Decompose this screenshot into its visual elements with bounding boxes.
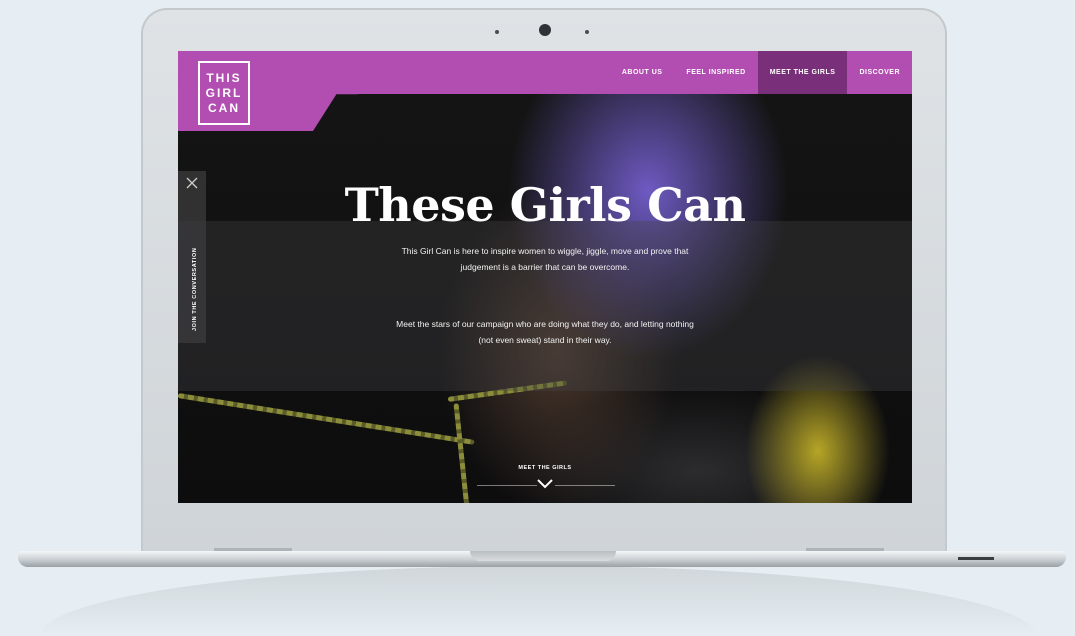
laptop-notch	[470, 551, 616, 561]
sensor-left	[495, 30, 499, 34]
this-girl-can-logo[interactable]: THIS GIRL CAN	[198, 61, 250, 125]
divider	[477, 485, 537, 486]
laptop-shadow	[40, 566, 1036, 636]
camera-icon	[539, 24, 551, 36]
laptop-edge-mark	[958, 557, 994, 560]
sensor-right	[585, 30, 589, 34]
main-nav: ABOUT US FEEL INSPIRED MEET THE GIRLS DI…	[610, 51, 912, 94]
divider	[555, 485, 615, 486]
logo-line: THIS	[206, 70, 242, 85]
chevron-down-icon[interactable]	[536, 478, 554, 490]
nav-about-us[interactable]: ABOUT US	[610, 51, 675, 94]
nav-meet-the-girls[interactable]: MEET THE GIRLS	[757, 51, 848, 94]
campaign-paragraph: Meet the stars of our campaign who are d…	[396, 318, 694, 345]
nav-feel-inspired[interactable]: FEEL INSPIRED	[674, 51, 757, 94]
page-title: These Girls Can	[344, 177, 746, 232]
logo-line: GIRL	[205, 85, 243, 100]
nav-discover[interactable]: DISCOVER	[847, 51, 912, 94]
join-conversation-label: JOIN THE CONVERSATION	[192, 247, 198, 331]
meet-the-girls-link[interactable]: MEET THE GIRLS	[178, 465, 912, 471]
intro-paragraph: This Girl Can is here to inspire women t…	[401, 245, 689, 272]
screen: THIS GIRL CAN ABOUT US FEEL INSPIRED MEE…	[178, 51, 912, 503]
logo-line: CAN	[208, 100, 240, 115]
